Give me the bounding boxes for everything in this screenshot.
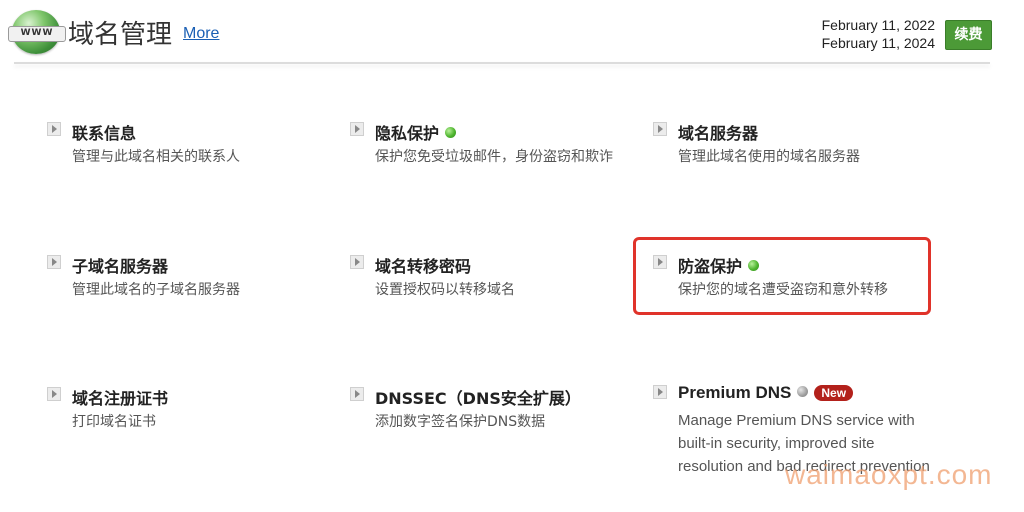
registration-date: February 11, 2022 xyxy=(821,17,935,33)
chevron-right-icon xyxy=(653,122,667,136)
chevron-right-icon xyxy=(47,255,61,269)
header-divider xyxy=(14,62,990,64)
renew-button[interactable]: 续费 xyxy=(945,20,992,50)
transfer-auth-code-item[interactable]: 域名转移密码 设置授权码以转移域名 xyxy=(350,253,630,313)
chevron-right-icon xyxy=(350,387,364,401)
www-globe-icon: WWW xyxy=(8,10,66,54)
page-title: 域名管理 xyxy=(68,20,173,50)
item-desc: 保护您免受垃圾邮件，身份盗窃和欺诈 xyxy=(375,149,613,165)
item-desc: 管理与此域名相关的联系人 xyxy=(72,149,240,165)
item-title-wrap: 隐私保护 xyxy=(375,120,457,144)
item-title: 防盗保护 xyxy=(678,257,743,276)
chevron-right-icon xyxy=(350,255,364,269)
watermark-text: waimaoxpt.com xyxy=(785,459,993,490)
item-desc: 打印域名证书 xyxy=(72,414,156,430)
page-header: WWW 域名管理 More February 11, 2022 February… xyxy=(0,0,1024,70)
item-title: DNSSEC（DNS安全扩展） xyxy=(375,389,581,408)
chevron-right-icon xyxy=(47,387,61,401)
domain-certificate-item[interactable]: 域名注册证书 打印域名证书 xyxy=(47,385,327,445)
item-title: 域名服务器 xyxy=(678,124,759,143)
privacy-protection-item[interactable]: 隐私保护 保护您免受垃圾邮件，身份盗窃和欺诈 xyxy=(350,120,630,196)
item-title: 联系信息 xyxy=(72,124,137,143)
expiration-date: February 11, 2024 xyxy=(821,35,935,51)
more-link[interactable]: More xyxy=(183,25,219,43)
item-title: 域名注册证书 xyxy=(72,389,169,408)
status-on-icon xyxy=(445,127,457,138)
item-title: 隐私保护 xyxy=(375,124,440,143)
item-desc: 管理此域名使用的域名服务器 xyxy=(678,149,860,165)
nameservers-item[interactable]: 域名服务器 管理此域名使用的域名服务器 xyxy=(653,120,933,180)
chevron-right-icon xyxy=(653,385,667,399)
dnssec-item[interactable]: DNSSEC（DNS安全扩展） 添加数字签名保护DNS数据 xyxy=(350,385,630,445)
domain-dates: February 11, 2022 February 11, 2024 xyxy=(822,16,935,52)
globe-label: WWW xyxy=(8,26,66,42)
item-desc: 添加数字签名保护DNS数据 xyxy=(375,414,546,430)
theft-protection-item[interactable]: 防盗保护 保护您的域名遭受盗窃和意外转移 xyxy=(653,253,933,313)
chevron-right-icon xyxy=(350,122,364,136)
item-desc: 设置授权码以转移域名 xyxy=(375,282,515,298)
item-title: 子域名服务器 xyxy=(72,257,169,276)
item-desc: 管理此域名的子域名服务器 xyxy=(72,282,240,298)
new-badge: New xyxy=(814,384,854,401)
item-title: 域名转移密码 xyxy=(375,257,472,276)
contact-info-item[interactable]: 联系信息 管理与此域名相关的联系人 xyxy=(47,120,327,180)
item-desc: 保护您的域名遭受盗窃和意外转移 xyxy=(678,282,888,298)
item-title-wrap: 防盗保护 xyxy=(678,253,760,277)
chevron-right-icon xyxy=(653,255,667,269)
chevron-right-icon xyxy=(47,122,61,136)
item-title-wrap: Premium DNS New xyxy=(678,383,854,403)
item-title: Premium DNS xyxy=(678,383,792,402)
status-on-icon xyxy=(748,260,760,271)
child-nameservers-item[interactable]: 子域名服务器 管理此域名的子域名服务器 xyxy=(47,253,327,313)
status-off-icon xyxy=(797,386,809,398)
